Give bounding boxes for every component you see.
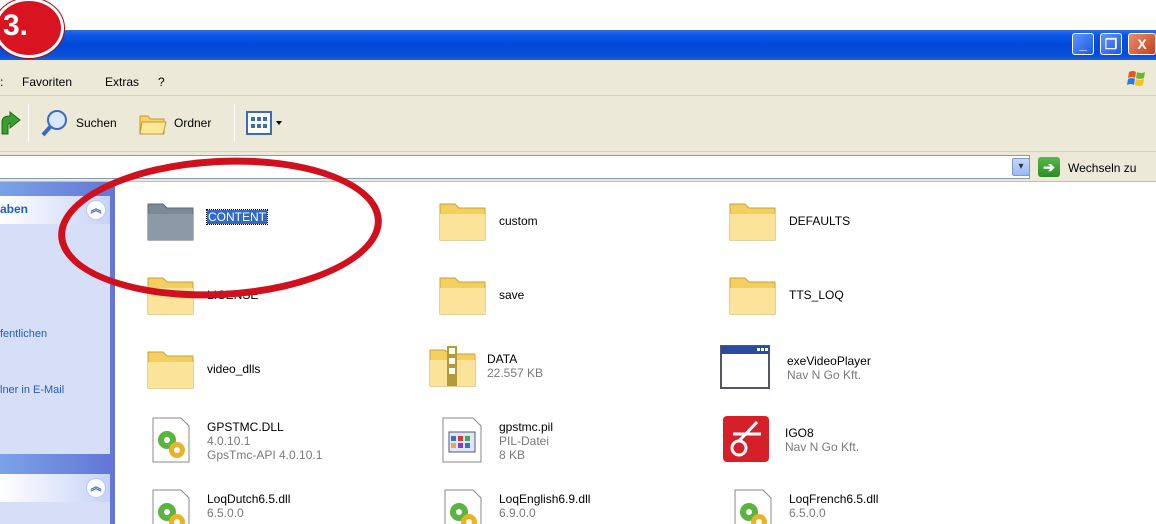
menu-bar: : Favoriten Extras ?: [0, 60, 1156, 96]
minimize-button[interactable]: _: [1072, 33, 1094, 55]
folder-icon: [147, 277, 194, 315]
dll-icon: [444, 489, 482, 524]
folder-icon: [439, 203, 486, 241]
menu-item-favorites[interactable]: Favoriten: [22, 75, 72, 89]
folder-icon: [147, 351, 194, 389]
toolbar-separator: [28, 104, 29, 142]
panel-header-other[interactable]: ︽: [0, 474, 110, 502]
step-number: 3.: [3, 9, 29, 42]
file-description: GpsTmc-API 4.0.10.1: [207, 448, 323, 462]
pil-file-icon: [442, 417, 482, 463]
file-item-data[interactable]: DATA 22.557 KB: [427, 340, 647, 396]
file-item-igo8[interactable]: IGO8 Nav N Go Kft.: [721, 414, 951, 470]
file-name: IGO8: [785, 426, 814, 440]
toolbar: Suchen Ordner: [0, 96, 1156, 152]
file-item-gpstmc-pil[interactable]: gpstmc.pil PIL-Datei 8 KB: [437, 414, 637, 470]
close-button[interactable]: X: [1128, 33, 1156, 55]
file-item-gpstmc-dll[interactable]: GPSTMC.DLL 4.0.10.1 GpsTmc-API 4.0.10.1: [145, 414, 375, 470]
dll-icon: [152, 417, 190, 463]
file-item-content[interactable]: CONTENT: [145, 194, 345, 250]
task-link-email[interactable]: lner in E-Mail: [0, 384, 64, 396]
task-panel-body: [0, 502, 110, 524]
file-company: Nav N Go Kft.: [785, 440, 860, 454]
task-pane: aben ︽ fentlichen lner in E-Mail ︽: [0, 182, 115, 524]
file-item-loqdutch[interactable]: LoqDutch6.5.dll 6.5.0.0: [145, 486, 375, 524]
file-name: exeVideoPlayer: [787, 354, 871, 368]
file-name: LICENSE: [207, 288, 259, 302]
file-name: DATA: [487, 352, 518, 366]
dll-icon: [734, 489, 772, 524]
folders-icon: [139, 115, 167, 135]
file-name: video_dlls: [207, 362, 261, 376]
file-item-custom[interactable]: custom: [437, 194, 637, 250]
file-name: LoqDutch6.5.dll: [207, 492, 291, 506]
panel-title: aben: [0, 202, 29, 216]
restore-icon: ❐: [1104, 36, 1118, 52]
file-type: PIL-Datei: [499, 434, 550, 448]
zip-folder-icon: [429, 346, 476, 387]
address-input[interactable]: [0, 155, 1030, 179]
file-item-loqfrench[interactable]: LoqFrench6.5.dll 6.5.0.0: [727, 486, 957, 524]
file-version: 4.0.10.1: [207, 434, 251, 448]
file-version: 6.9.0.0: [499, 506, 536, 520]
search-label: Suchen: [76, 116, 117, 130]
task-panel-body: fentlichen lner in E-Mail: [0, 224, 110, 454]
file-name: CONTENT: [206, 209, 268, 225]
folder-up-icon: [1, 110, 21, 135]
title-bar[interactable]: _ ❐ X: [0, 30, 1156, 60]
up-button[interactable]: [0, 106, 22, 140]
close-icon: X: [1137, 36, 1147, 52]
file-name: TTS_LOQ: [789, 288, 844, 302]
go-arrow-icon[interactable]: ➔: [1038, 157, 1060, 177]
folders-button[interactable]: Ordner: [138, 106, 211, 140]
maximize-button[interactable]: ❐: [1100, 33, 1122, 55]
menu-item-cut[interactable]: :: [0, 75, 3, 89]
go-button-label[interactable]: Wechseln zu: [1068, 161, 1136, 175]
file-item-video-dlls[interactable]: video_dlls: [145, 342, 345, 398]
collapse-icon[interactable]: ︽: [86, 200, 106, 220]
collapse-icon[interactable]: ︽: [86, 478, 106, 498]
folders-label: Ordner: [174, 116, 212, 130]
menu-item-extras[interactable]: Extras: [105, 75, 139, 89]
file-name: save: [499, 288, 525, 302]
folder-icon: [147, 203, 194, 241]
minimize-icon: _: [1079, 36, 1087, 52]
file-size: 22.557 KB: [487, 366, 544, 380]
views-button[interactable]: [246, 106, 286, 140]
windows-logo-icon: [1127, 71, 1145, 86]
file-name: DEFAULTS: [789, 214, 851, 228]
file-item-tts-loq[interactable]: TTS_LOQ: [727, 268, 927, 324]
dll-icon: [152, 489, 190, 524]
address-bar: ▾ ➔ Wechseln zu: [0, 152, 1156, 182]
file-item-save[interactable]: save: [437, 268, 637, 324]
igo-app-icon: [723, 416, 769, 462]
address-dropdown-button[interactable]: ▾: [1012, 158, 1030, 176]
file-item-loqenglish[interactable]: LoqEnglish6.9.dll 6.9.0.0: [437, 486, 667, 524]
search-button[interactable]: Suchen: [40, 106, 117, 140]
views-icon: [246, 111, 282, 135]
application-icon: [720, 345, 770, 389]
file-company: Nav N Go Kft.: [787, 368, 862, 382]
file-item-license[interactable]: LICENSE: [145, 268, 345, 324]
file-version: 6.5.0.0: [207, 506, 244, 520]
file-name: LoqEnglish6.9.dll: [499, 492, 591, 506]
file-name: custom: [499, 214, 538, 228]
toolbar-separator: [234, 104, 235, 142]
file-item-defaults[interactable]: DEFAULTS: [727, 194, 927, 250]
task-link-publish[interactable]: fentlichen: [0, 328, 47, 340]
file-name: LoqFrench6.5.dll: [789, 492, 879, 506]
file-name: GPSTMC.DLL: [207, 420, 284, 434]
file-version: 6.5.0.0: [789, 506, 826, 520]
file-size: 8 KB: [499, 448, 526, 462]
panel-header-tasks[interactable]: aben ︽: [0, 196, 110, 224]
menu-item-help[interactable]: ?: [158, 75, 165, 89]
search-icon: [41, 110, 67, 137]
folder-icon: [729, 277, 776, 315]
folder-icon: [729, 203, 776, 241]
file-item-exevideoplayer[interactable]: exeVideoPlayer Nav N Go Kft.: [719, 342, 949, 398]
file-list: CONTENT custom DEFAULTS LICENSE save TTS…: [115, 182, 1156, 524]
file-name: gpstmc.pil: [499, 420, 554, 434]
folder-icon: [439, 277, 486, 315]
